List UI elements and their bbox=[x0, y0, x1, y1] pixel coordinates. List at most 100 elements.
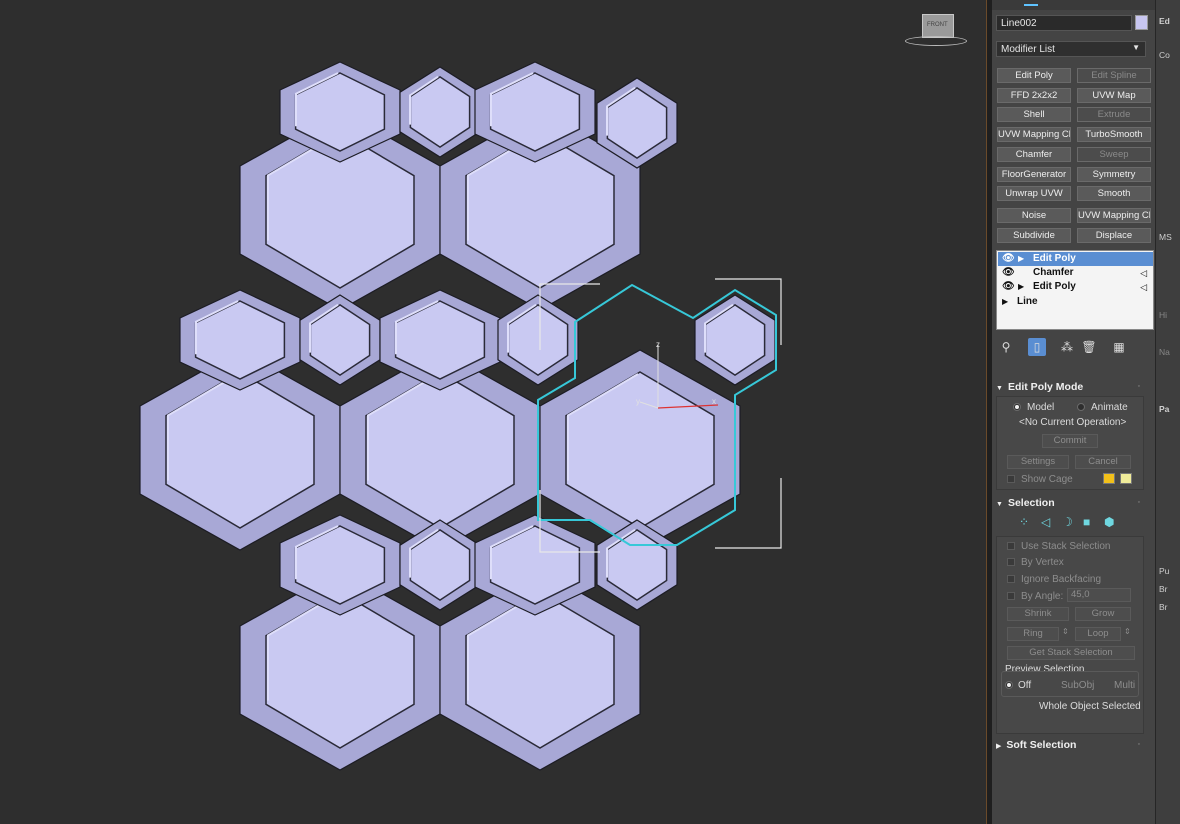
grow-button[interactable]: Grow bbox=[1075, 607, 1131, 621]
stack-item-edit-poly-top[interactable]: 👁 ▶ Edit Poly bbox=[998, 252, 1153, 266]
viewcube-ring[interactable] bbox=[905, 36, 967, 46]
by-angle-checkbox[interactable] bbox=[1007, 592, 1015, 600]
modifier-button[interactable]: Sweep bbox=[1077, 147, 1151, 162]
gizmo-y-label: y bbox=[636, 397, 640, 406]
create-tab-icon[interactable] bbox=[996, 0, 1010, 6]
cage-color-swatch-1[interactable] bbox=[1103, 473, 1115, 484]
element-mode-icon[interactable]: ⬢ bbox=[1104, 515, 1114, 529]
expand-arrow-icon[interactable]: ▶ bbox=[1018, 252, 1024, 266]
modifier-button[interactable]: Symmetry bbox=[1077, 167, 1151, 182]
modifier-button[interactable]: Shell bbox=[997, 107, 1071, 122]
rollout-title: Selection bbox=[1007, 497, 1055, 509]
ring-button[interactable]: Ring bbox=[1007, 627, 1059, 641]
modifier-button[interactable]: Displace bbox=[1077, 228, 1151, 243]
object-name-field[interactable]: Line002 bbox=[996, 15, 1132, 31]
preview-off-label: Off bbox=[1018, 680, 1032, 691]
show-cage-checkbox[interactable] bbox=[1007, 475, 1015, 483]
rollout-options-icon[interactable]: ▫ bbox=[1138, 379, 1140, 395]
hierarchy-tab-icon[interactable] bbox=[1052, 0, 1066, 6]
command-panel-tabs bbox=[992, 0, 1155, 10]
selection-rollout-header[interactable]: ▼ Selection ▫ bbox=[996, 495, 1146, 511]
modifier-button[interactable]: UVW Map bbox=[1077, 88, 1151, 103]
modifier-button[interactable]: Extrude bbox=[1077, 107, 1151, 122]
stack-toolbar: ⚲ ▯ ⁂ 🗑 ▦ bbox=[992, 336, 1155, 358]
modify-tab-icon[interactable] bbox=[1024, 0, 1038, 6]
vertex-mode-icon[interactable]: ⁘ bbox=[1019, 515, 1029, 529]
far-label: Ed bbox=[1159, 16, 1170, 26]
collapse-arrow-icon: ▼ bbox=[996, 385, 1003, 392]
modifier-button[interactable]: Edit Poly bbox=[997, 68, 1071, 83]
stack-item-chamfer[interactable]: 👁 Chamfer ◁ bbox=[998, 266, 1153, 280]
shrink-button[interactable]: Shrink bbox=[1007, 607, 1069, 621]
cancel-button[interactable]: Cancel bbox=[1075, 455, 1131, 469]
by-angle-spinner[interactable]: 45,0 bbox=[1067, 588, 1131, 602]
make-unique-icon[interactable]: ⁂ bbox=[1058, 338, 1076, 356]
animate-label: Animate bbox=[1091, 402, 1128, 413]
viewport-perspective[interactable]: z y x FRONT bbox=[0, 0, 986, 824]
expand-arrow-icon[interactable]: ▶ bbox=[1002, 295, 1008, 309]
eye-icon[interactable]: 👁 bbox=[1002, 252, 1015, 266]
stack-item-edit-poly[interactable]: 👁 ▶ Edit Poly ◁ bbox=[998, 280, 1153, 294]
by-angle-label: By Angle: bbox=[1021, 591, 1064, 602]
border-mode-icon[interactable]: ☽ bbox=[1062, 515, 1073, 529]
show-end-result-icon[interactable]: ▯ bbox=[1028, 338, 1046, 356]
edge-mode-icon[interactable]: ◁ bbox=[1041, 515, 1050, 529]
model-radio[interactable] bbox=[1013, 403, 1021, 411]
modifier-button[interactable]: Unwrap UVW bbox=[997, 186, 1071, 201]
modifier-button[interactable]: TurboSmooth bbox=[1077, 127, 1151, 142]
preview-multi-label[interactable]: Multi bbox=[1114, 680, 1135, 691]
by-vertex-checkbox[interactable] bbox=[1007, 558, 1015, 566]
object-color-swatch[interactable] bbox=[1135, 15, 1148, 30]
modifier-button[interactable]: UVW Mapping Clea bbox=[1077, 208, 1151, 223]
ring-spinner-icon[interactable]: ⇕ bbox=[1062, 627, 1069, 636]
use-stack-selection-checkbox[interactable] bbox=[1007, 542, 1015, 550]
modifier-button[interactable]: Noise bbox=[997, 208, 1071, 223]
viewcube[interactable]: FRONT bbox=[922, 14, 954, 38]
pin-stack-icon[interactable]: ⚲ bbox=[997, 338, 1015, 356]
ignore-backfacing-checkbox[interactable] bbox=[1007, 575, 1015, 583]
modifier-button[interactable]: Edit Spline bbox=[1077, 68, 1151, 83]
rollout-options-icon[interactable]: ▫ bbox=[1138, 737, 1140, 753]
rollout-title: Soft Selection bbox=[1006, 739, 1077, 751]
far-label: Na bbox=[1159, 347, 1170, 357]
stack-item-label: Line bbox=[1017, 296, 1038, 307]
modifier-button[interactable]: Chamfer bbox=[997, 147, 1071, 162]
stack-item-label: Edit Poly bbox=[1033, 253, 1076, 264]
loop-spinner-icon[interactable]: ⇕ bbox=[1124, 627, 1131, 636]
commit-button[interactable]: Commit bbox=[1042, 434, 1098, 448]
rollout-options-icon[interactable]: ▫ bbox=[1138, 495, 1140, 511]
modifier-button[interactable]: FFD 2x2x2 bbox=[997, 88, 1071, 103]
stack-item-line[interactable]: ▶ Line bbox=[998, 295, 1153, 309]
modifier-button[interactable]: Smooth bbox=[1077, 186, 1151, 201]
remove-modifier-icon[interactable]: 🗑 bbox=[1080, 338, 1098, 356]
gizmo-z-label: z bbox=[656, 340, 660, 349]
configure-modifier-sets-icon[interactable]: ▦ bbox=[1110, 338, 1128, 356]
gizmo-x-label: x bbox=[712, 397, 716, 406]
viewport-canvas[interactable]: z y x bbox=[0, 0, 986, 824]
modifier-stack[interactable]: 👁 ▶ Edit Poly 👁 Chamfer ◁ 👁 ▶ Edit Poly … bbox=[996, 250, 1154, 330]
expand-arrow-icon[interactable]: ▶ bbox=[1018, 280, 1024, 294]
preview-off-radio[interactable] bbox=[1005, 681, 1013, 689]
expand-arrow-icon: ▶ bbox=[996, 743, 1002, 750]
cage-color-swatch-2[interactable] bbox=[1120, 473, 1132, 484]
far-label: Hi bbox=[1159, 310, 1168, 320]
eye-icon[interactable]: 👁 bbox=[1002, 266, 1015, 280]
preview-subobj-label[interactable]: SubObj bbox=[1061, 680, 1094, 691]
ignore-backfacing-label: Ignore Backfacing bbox=[1021, 574, 1102, 585]
get-stack-selection-button[interactable]: Get Stack Selection bbox=[1007, 646, 1135, 660]
secondary-panel-clipped: Ed Co MS Hi Na Pa Pu Br Br bbox=[1155, 0, 1180, 824]
loop-button[interactable]: Loop bbox=[1075, 627, 1121, 641]
polygon-mode-icon[interactable]: ■ bbox=[1083, 515, 1090, 529]
edit-poly-mode-rollout: Model Animate <No Current Operation> Com… bbox=[996, 396, 1144, 490]
animate-radio[interactable] bbox=[1077, 403, 1085, 411]
modifier-button[interactable]: FloorGenerator bbox=[997, 167, 1071, 182]
modifier-button[interactable]: UVW Mapping Clea bbox=[997, 127, 1071, 142]
soft-selection-rollout-header[interactable]: ▶ Soft Selection ▫ bbox=[996, 737, 1146, 753]
modifier-list-dropdown[interactable]: Modifier List ▼ bbox=[996, 41, 1146, 57]
model-label: Model bbox=[1027, 402, 1055, 413]
eye-icon[interactable]: 👁 bbox=[1002, 280, 1015, 294]
selection-rollout: Use Stack Selection By Vertex Ignore Bac… bbox=[996, 536, 1144, 734]
modifier-button[interactable]: Subdivide bbox=[997, 228, 1071, 243]
edit-poly-mode-rollout-header[interactable]: ▼ Edit Poly Mode ▫ bbox=[996, 379, 1146, 395]
settings-button[interactable]: Settings bbox=[1007, 455, 1069, 469]
